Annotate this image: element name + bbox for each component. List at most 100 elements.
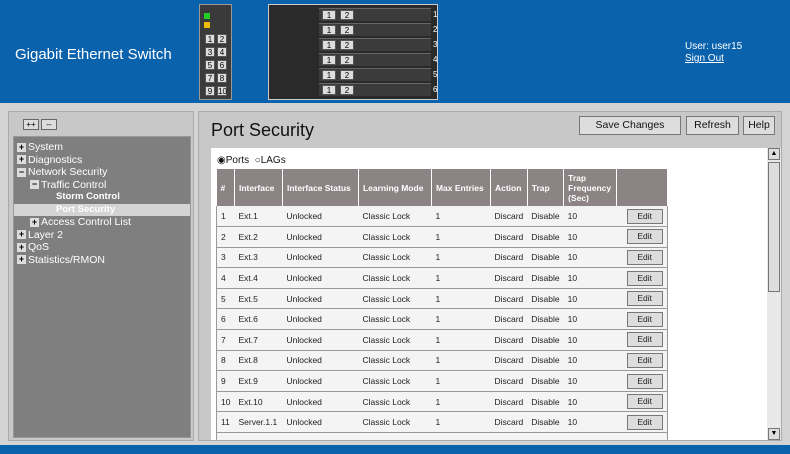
- edit-button[interactable]: Edit: [626, 208, 663, 224]
- edit-button[interactable]: Edit: [626, 373, 663, 389]
- nav-item-system[interactable]: + System: [14, 141, 190, 154]
- nav-item-diagnostics[interactable]: + Diagnostics: [14, 154, 190, 167]
- switch-port-7: 7: [205, 73, 215, 83]
- collapse-icon[interactable]: −: [30, 180, 39, 190]
- collapse-icon[interactable]: −: [17, 167, 26, 177]
- table-cell: Disable: [527, 308, 564, 331]
- table-cell: Unlocked: [282, 226, 359, 248]
- column-header: Interface: [234, 169, 283, 206]
- expand-icon[interactable]: +: [17, 155, 26, 165]
- switch-port-1: 1: [205, 34, 215, 44]
- expand-icon[interactable]: +: [17, 230, 26, 240]
- scrollbar-thumb[interactable]: [768, 162, 780, 292]
- expand-icon[interactable]: +: [17, 255, 26, 265]
- table-cell: Ext.6: [234, 308, 283, 331]
- edit-cell: Edit: [616, 370, 668, 392]
- edit-button[interactable]: Edit: [626, 229, 663, 245]
- edit-button[interactable]: Edit: [626, 311, 663, 327]
- blade-port: 1: [322, 85, 336, 95]
- blade-number: 2: [433, 25, 438, 34]
- table-cell: Ext.8: [234, 350, 283, 372]
- table-cell: Classic Lock: [358, 308, 432, 331]
- table-cell: Classic Lock: [358, 411, 432, 434]
- table-cell: Ext.1: [234, 206, 283, 228]
- table-cell: [616, 432, 668, 440]
- table-cell: Classic Lock: [358, 350, 432, 372]
- blade-slot: 12 5: [319, 68, 437, 81]
- switch-port-8: 8: [217, 73, 227, 83]
- edit-button[interactable]: Edit: [626, 249, 663, 265]
- blade-slot: 122: [319, 23, 437, 36]
- table-cell: Ext.10: [234, 391, 283, 413]
- edit-cell: Edit: [616, 329, 668, 351]
- table-cell: Unlocked: [282, 329, 359, 351]
- table-cell: Disable: [527, 350, 564, 372]
- table-cell: Unlocked: [282, 288, 359, 310]
- edit-button[interactable]: Edit: [626, 352, 663, 368]
- table-cell: Ext.5: [234, 288, 283, 310]
- lags-radio[interactable]: ○LAGs: [255, 155, 286, 166]
- save-changes-button[interactable]: Save Changes: [579, 116, 681, 135]
- edit-button[interactable]: Edit: [626, 291, 663, 307]
- table-cell: Disable: [527, 247, 564, 269]
- nav-item-port-security[interactable]: Port Security: [14, 203, 190, 216]
- blade-port: 2: [340, 40, 354, 50]
- table-cell: Discard: [490, 267, 528, 289]
- table-cell: 1: [431, 391, 491, 413]
- nav-item-traffic-control[interactable]: − Traffic Control: [14, 179, 190, 192]
- expand-icon[interactable]: +: [30, 217, 39, 227]
- table-cell: 2: [216, 226, 235, 248]
- user-info: User: user15 Sign Out: [685, 41, 742, 65]
- table-cell: Classic Lock: [358, 391, 432, 413]
- table-cell: [282, 432, 359, 440]
- blade-port: 1: [322, 55, 336, 65]
- table-cell: Discard: [490, 329, 528, 351]
- edit-cell: Edit: [616, 267, 668, 289]
- nav-item-storm-control[interactable]: Storm Control: [14, 191, 190, 204]
- refresh-button[interactable]: Refresh: [686, 116, 739, 135]
- table-row: 3 Ext.3 Unlocked Classic Lock 1 Discard Disabl…: [216, 247, 668, 269]
- navigation-panel: ++ -- + System + Diagnostics − Network Securi…: [8, 111, 194, 441]
- table-row: 10 Ext.10 Unlocked Classic Lock 1 Discard Disa…: [216, 391, 668, 413]
- table-cell: [431, 432, 491, 440]
- nav-item-layer-2[interactable]: + Layer 2: [14, 229, 190, 242]
- sign-out-link[interactable]: Sign Out: [685, 53, 742, 65]
- nav-item-statistics-rmon[interactable]: + Statistics/RMON: [14, 254, 190, 267]
- scroll-down-icon[interactable]: ▼: [768, 428, 780, 440]
- table-row: 7 Ext.7 Unlocked Classic Lock 1 Discard Disabl…: [216, 329, 668, 351]
- vertical-scrollbar[interactable]: ▲ ▼: [767, 148, 781, 440]
- table-cell: Classic Lock: [358, 267, 432, 289]
- table-cell: Ext.9: [234, 370, 283, 392]
- edit-button[interactable]: Edit: [626, 332, 663, 348]
- column-header: [616, 169, 668, 206]
- edit-button[interactable]: Edit: [626, 414, 663, 430]
- table-cell: 1: [431, 247, 491, 269]
- table-cell: Unlocked: [282, 391, 359, 413]
- collapse-all-button[interactable]: --: [41, 119, 57, 130]
- edit-button[interactable]: Edit: [626, 270, 663, 286]
- table-row: 8 Ext.8 Unlocked Classic Lock 1 Discard Disabl…: [216, 350, 668, 372]
- edit-cell: Edit: [616, 247, 668, 269]
- expand-icon[interactable]: +: [17, 142, 26, 152]
- blade-number: 5: [433, 70, 438, 79]
- ports-radio[interactable]: ◉Ports: [217, 155, 249, 166]
- edit-cell: Edit: [616, 411, 668, 434]
- nav-item-qos[interactable]: + QoS: [14, 241, 190, 254]
- table-cell: Ext.4: [234, 267, 283, 289]
- table-row: 5 Ext.5 Unlocked Classic Lock 1 Discard Disabl…: [216, 288, 668, 310]
- table-row: 11 Server.1.1 Unlocked Classic Lock 1 Discard…: [216, 411, 668, 434]
- expand-icon[interactable]: +: [17, 242, 26, 252]
- scroll-up-icon[interactable]: ▲: [768, 148, 780, 160]
- nav-item-label: Port Security: [56, 203, 116, 215]
- nav-item-network-security[interactable]: − Network Security: [14, 166, 190, 179]
- switch-module-image: 1 2 3 4 5 6 7 8 9 10: [199, 4, 232, 100]
- table-cell: Discard: [490, 247, 528, 269]
- help-button[interactable]: Help: [743, 116, 775, 135]
- table-cell: Disable: [527, 411, 564, 434]
- nav-item-access-control-list[interactable]: + Access Control List: [14, 216, 190, 229]
- blade-port: 1: [322, 70, 336, 80]
- expand-all-button[interactable]: ++: [23, 119, 39, 130]
- edit-button[interactable]: Edit: [626, 394, 663, 410]
- table-cell: Ext.2: [234, 226, 283, 248]
- blade-port: 2: [340, 85, 354, 95]
